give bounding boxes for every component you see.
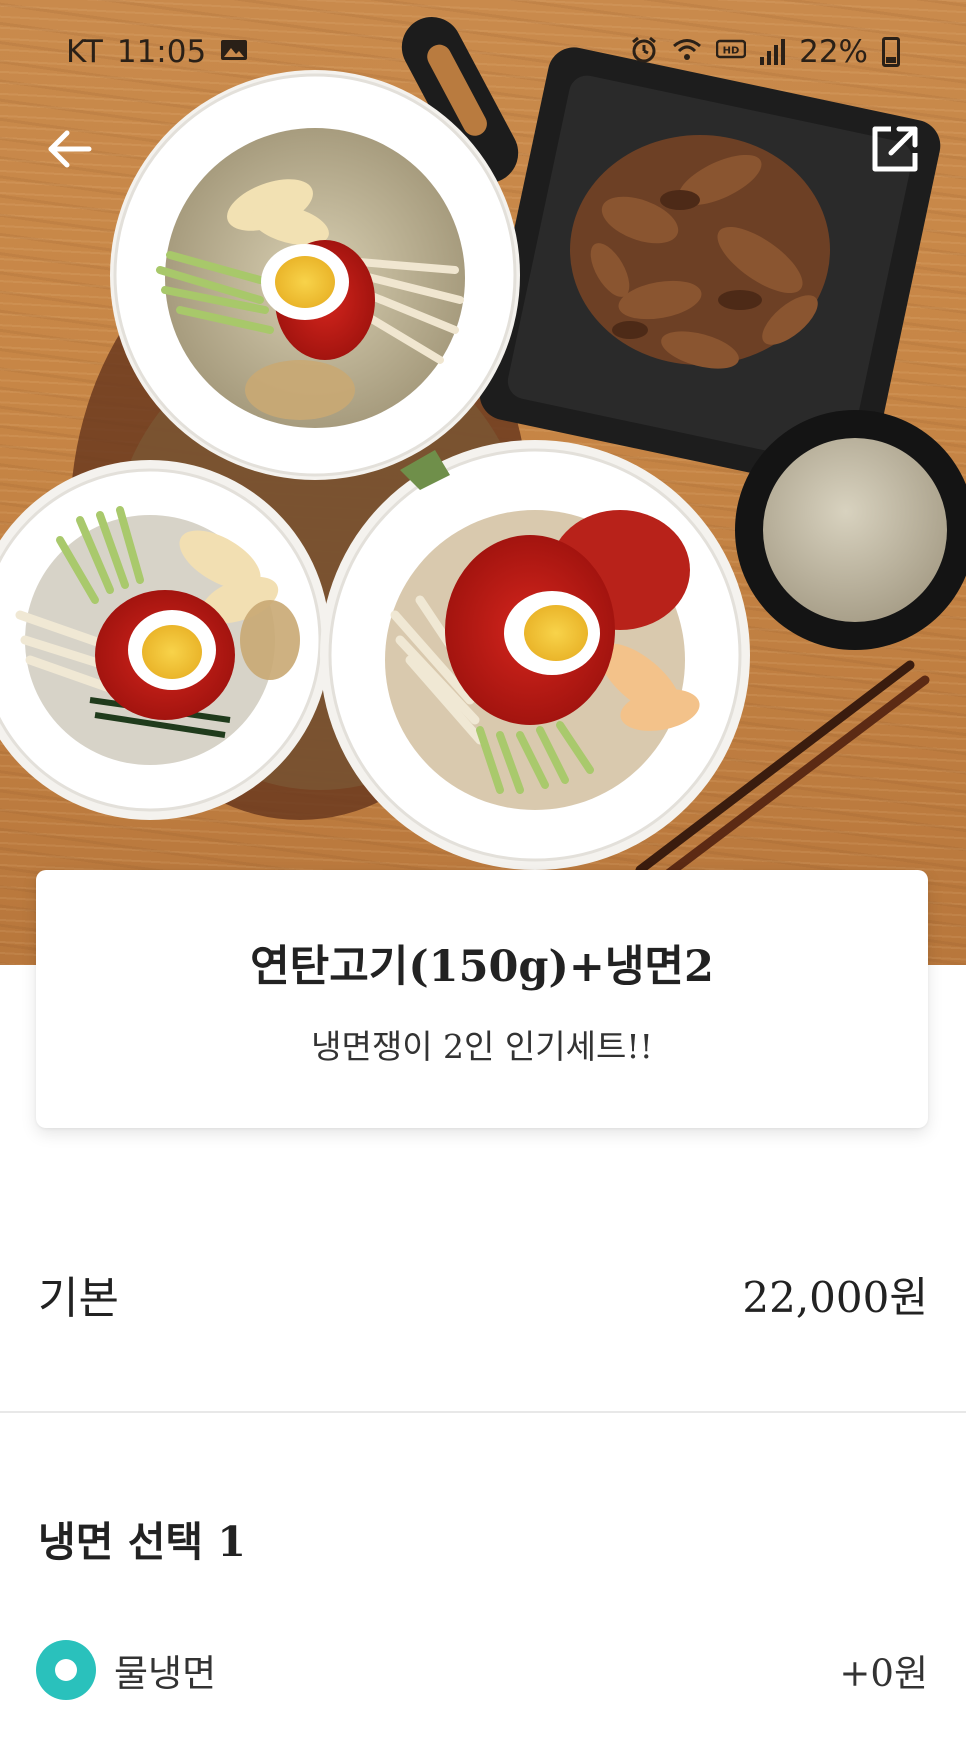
share-icon bbox=[872, 126, 918, 172]
status-right: HD 22% bbox=[630, 34, 900, 70]
back-button[interactable] bbox=[36, 116, 102, 182]
status-left: KT 11:05 bbox=[66, 34, 248, 70]
food-illustration bbox=[0, 17, 966, 885]
section-divider bbox=[0, 1411, 966, 1413]
image-icon bbox=[220, 38, 248, 67]
menu-subtitle: 냉면쟁이 2인 인기세트!! bbox=[311, 1027, 653, 1066]
hd-icon: HD bbox=[715, 38, 747, 67]
option-radio-selected[interactable] bbox=[36, 1640, 96, 1700]
alarm-icon bbox=[630, 36, 658, 69]
hero-food-photo bbox=[0, 0, 966, 965]
option-row-mul-naengmyeon[interactable]: 물냉면 +0원 bbox=[36, 1638, 928, 1702]
wifi-icon bbox=[672, 38, 702, 67]
menu-title-card: 연탄고기(150g)+냉면2 냉면쟁이 2인 인기세트!! bbox=[36, 870, 928, 1128]
battery-icon bbox=[882, 37, 900, 67]
option-left: 물냉면 bbox=[36, 1640, 216, 1700]
share-button[interactable] bbox=[862, 116, 928, 182]
menu-title: 연탄고기(150g)+냉면2 bbox=[250, 942, 714, 992]
option-group-title: 냉면 선택 1 bbox=[38, 1518, 246, 1566]
base-price-label: 기본 bbox=[38, 1273, 119, 1324]
signal-icon bbox=[760, 39, 786, 65]
battery-percent: 22% bbox=[799, 34, 868, 70]
base-price-row: 기본 22,000원 bbox=[38, 1262, 928, 1326]
carrier-label: KT bbox=[66, 34, 103, 70]
option-price: +0원 bbox=[839, 1652, 928, 1695]
status-bar: KT 11:05 HD 22% bbox=[0, 0, 966, 104]
base-price-value: 22,000원 bbox=[742, 1272, 928, 1322]
clock: 11:05 bbox=[116, 34, 207, 70]
svg-text:HD: HD bbox=[723, 45, 740, 56]
radio-dot-icon bbox=[55, 1659, 77, 1681]
arrow-left-icon bbox=[48, 130, 92, 168]
option-label: 물냉면 bbox=[114, 1652, 217, 1695]
